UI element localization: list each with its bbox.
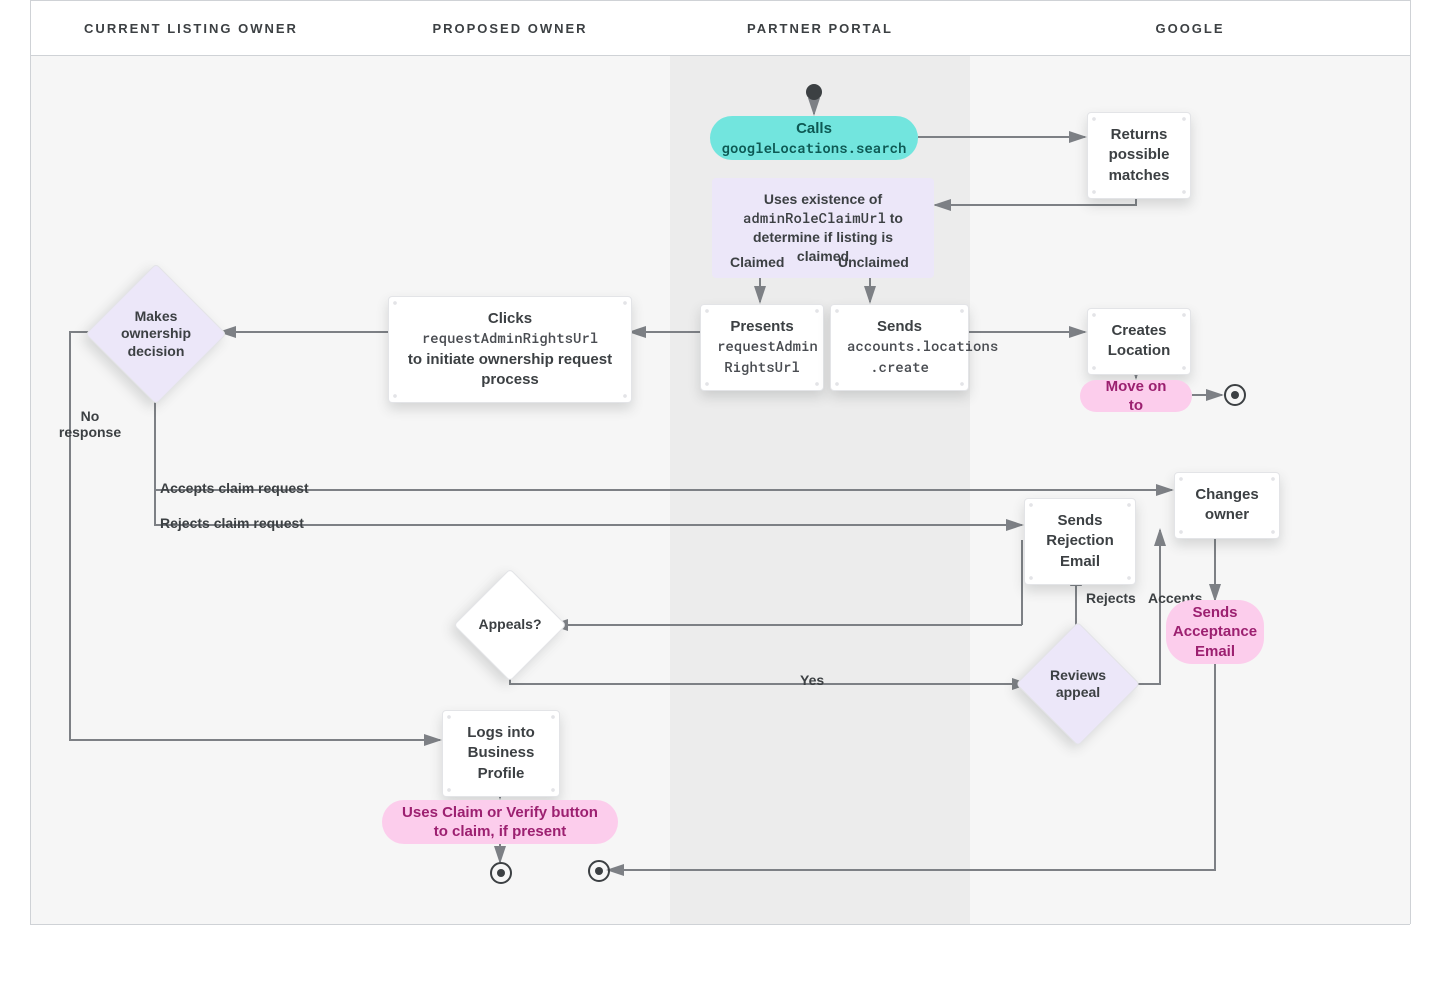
label: Presents [730, 318, 793, 335]
flowchart-canvas: CURRENT LISTING OWNER PROPOSED OWNER PAR… [0, 0, 1440, 1000]
end-node-claim [490, 862, 512, 884]
label: Sends Rejection Email [1046, 512, 1114, 570]
edge-label-yes: Yes [800, 672, 824, 688]
edge-label-rejects-claim: Rejects claim request [160, 515, 304, 531]
action-sends-rejection: Sends Rejection Email [1024, 498, 1136, 585]
action-move-on: Move on to [1080, 380, 1192, 412]
start-node [806, 84, 822, 100]
edge-label-unclaimed: Unclaimed [838, 254, 909, 270]
edge-label-no-response: No response [50, 408, 130, 440]
label: Reviews appeal [1034, 667, 1122, 702]
label: Returns possible matches [1109, 126, 1170, 184]
code: requestAdmin [717, 336, 818, 355]
label: Creates Location [1108, 322, 1171, 359]
action-changes-owner: Changes owner [1174, 472, 1280, 539]
label: Uses existence of [764, 191, 882, 207]
code2: RightsUrl [724, 357, 800, 376]
end-node-create [1224, 384, 1246, 406]
action-calls-search: Calls googleLocations.search [710, 116, 918, 160]
label: Calls [796, 119, 832, 139]
action-logs-into-bp: Logs into Business Profile [442, 710, 560, 797]
action-clicks-request: Clicks requestAdminRightsUrl to initiate… [388, 296, 632, 403]
action-sends-create: Sends accounts.locations .create [830, 304, 969, 391]
edge-label-claimed: Claimed [730, 254, 784, 270]
label: Logs into Business Profile [467, 724, 535, 782]
action-sends-acceptance: Sends Acceptance Email [1166, 600, 1264, 664]
edge-label-rejects: Rejects [1086, 590, 1136, 606]
label: Changes owner [1195, 486, 1258, 523]
action-presents-url: Presents requestAdmin RightsUrl [700, 304, 824, 391]
label: Sends Acceptance Email [1173, 603, 1257, 662]
label: Makes ownership decision [111, 308, 201, 361]
label: Move on to [1098, 377, 1174, 416]
decision-makes-ownership: Makes ownership decision [106, 284, 206, 384]
decision-appeals: Appeals? [470, 585, 550, 665]
edge-label-accepts-claim: Accepts claim request [160, 480, 309, 496]
end-node-acceptance [588, 860, 610, 882]
label: Sends [877, 318, 922, 335]
decision-reviews-appeal: Reviews appeal [1034, 640, 1122, 728]
code: googleLocations.search [722, 139, 907, 157]
action-creates-location: Creates Location [1087, 308, 1191, 375]
label: Appeals? [478, 616, 541, 634]
code: adminRoleClaimUrl [743, 208, 886, 227]
action-returns-matches: Returns possible matches [1087, 112, 1191, 199]
label2: to initiate ownership request process [408, 351, 612, 388]
code2: .create [870, 357, 929, 376]
label: Clicks [488, 310, 532, 327]
action-uses-claim: Uses Claim or Verify button to claim, if… [382, 800, 618, 844]
code: requestAdminRightsUrl [422, 328, 598, 347]
label: Uses Claim or Verify button to claim, if… [400, 803, 600, 842]
code: accounts.locations [847, 336, 998, 355]
